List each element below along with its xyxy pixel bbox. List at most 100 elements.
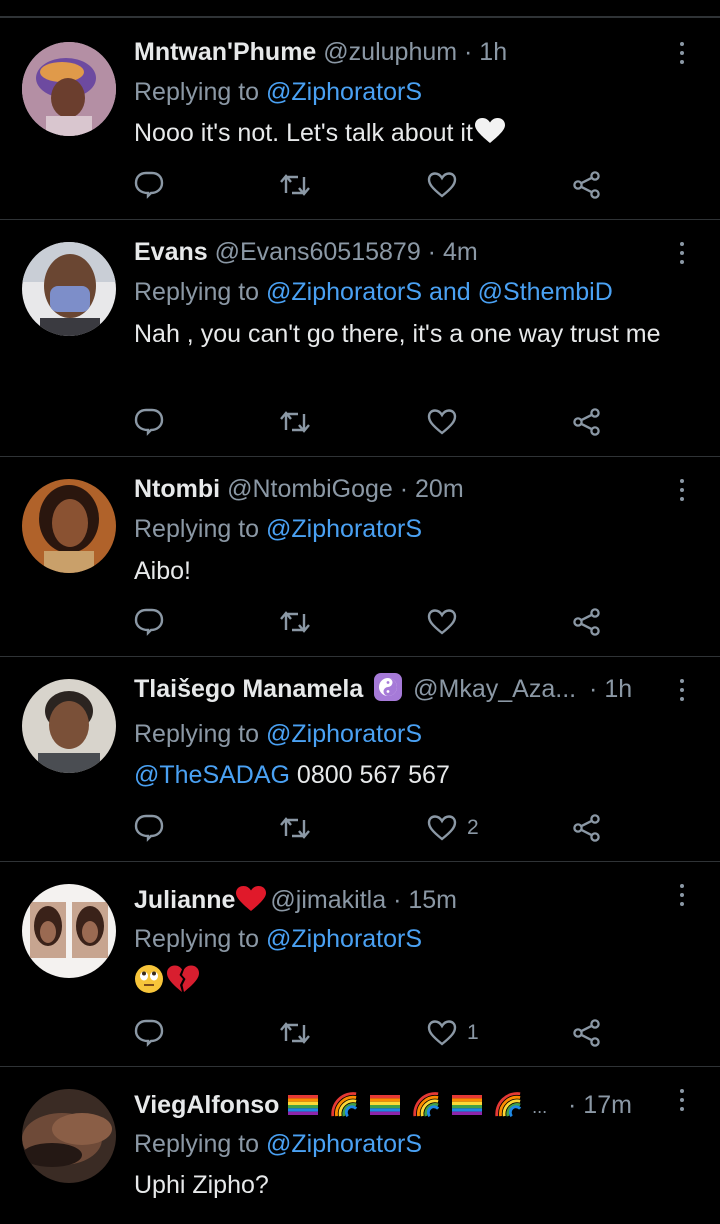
tweet-header: Tlaišego Manamela @Mkay_Aza... · 1h xyxy=(134,672,660,706)
timestamp[interactable]: · 17m xyxy=(568,1091,632,1119)
user-handle[interactable]: @NtombiGoge xyxy=(227,475,393,503)
tweet-body-text: 0800 567 567 xyxy=(289,761,450,789)
replying-to: Replying to @ZiphoratorS xyxy=(134,75,700,109)
white-heart-emoji-icon xyxy=(474,118,505,143)
tweet-header: Evans @Evans60515879 · 4m xyxy=(134,235,664,269)
tweet-text: Uphi Zipho? xyxy=(134,1171,269,1199)
heart-icon xyxy=(427,815,457,841)
tweet-header: Ntombi @NtombiGoge · 20m xyxy=(134,472,664,506)
avatar[interactable] xyxy=(22,1089,116,1183)
heart-icon xyxy=(427,409,457,435)
user-handle[interactable]: @zuluphum xyxy=(323,38,457,66)
yin-yang-emoji-icon xyxy=(374,673,403,701)
more-options-icon[interactable] xyxy=(672,879,692,913)
heart-icon xyxy=(427,609,457,635)
share-icon xyxy=(573,814,600,842)
more-options-icon[interactable] xyxy=(672,474,692,508)
replying-to-label: Replying to xyxy=(134,515,260,543)
user-handle[interactable]: @jimakitla xyxy=(270,886,386,914)
comment-icon xyxy=(134,814,164,842)
tweet-actions: 1 xyxy=(134,1013,604,1053)
rainbow-emoji-icon xyxy=(413,1092,440,1118)
avatar-image xyxy=(22,1089,116,1183)
retweet-icon xyxy=(280,611,310,633)
tweet-actions: 2 xyxy=(134,808,604,848)
reply-mention-link[interactable]: @ZiphoratorS xyxy=(266,78,422,106)
tweet-card[interactable]: Julianne @jimakitla · 15m Replying to @Zi… xyxy=(0,862,720,1067)
more-options-icon[interactable] xyxy=(672,237,692,271)
tweet-text xyxy=(134,962,702,999)
display-name[interactable]: ViegAlfonso xyxy=(134,1091,279,1119)
avatar-image xyxy=(22,679,116,773)
body-mention-link[interactable]: @TheSADAG xyxy=(134,761,290,789)
display-name[interactable]: Tlaišego Manamela xyxy=(134,675,363,703)
heart-icon xyxy=(427,172,457,198)
avatar[interactable] xyxy=(22,679,116,773)
tweet-text: Nah , you can't go there, it's a one way… xyxy=(134,320,661,348)
replying-to-label: Replying to xyxy=(134,78,260,106)
comment-icon xyxy=(134,608,164,636)
timestamp[interactable]: · 1h xyxy=(589,675,632,703)
retweet-icon xyxy=(280,1022,310,1044)
tweet-card[interactable]: Mntwan'Phume @zuluphum · 1h Replying to … xyxy=(0,20,720,220)
like-count: 2 xyxy=(467,816,479,839)
display-name[interactable]: Mntwan'Phume xyxy=(134,38,316,66)
more-options-icon[interactable] xyxy=(672,674,692,708)
user-handle[interactable]: @Evans60515879 xyxy=(215,238,421,266)
tweet-actions xyxy=(134,165,604,205)
replying-to: Replying to @ZiphoratorS xyxy=(134,717,700,751)
tweet-card[interactable]: ViegAlfonso ... · 17m Replying to @Zipho… xyxy=(0,1067,720,1224)
tweet-header: ViegAlfonso ... · 17m xyxy=(134,1088,660,1122)
display-name[interactable]: Evans xyxy=(134,238,208,266)
tweet-text: Aibo! xyxy=(134,557,191,585)
display-name[interactable]: Ntombi xyxy=(134,475,220,503)
tweet-text: @TheSADAG 0800 567 567 xyxy=(134,757,702,794)
avatar-image xyxy=(22,884,116,978)
avatar[interactable] xyxy=(22,242,116,336)
comment-icon xyxy=(134,408,164,436)
tweet-card[interactable]: Evans @Evans60515879 · 4m Replying to @Z… xyxy=(0,220,720,457)
tweet-actions xyxy=(134,402,604,442)
tweet-card[interactable]: Ntombi @NtombiGoge · 20m Replying to @Zi… xyxy=(0,457,720,657)
timestamp[interactable]: · 15m xyxy=(393,886,457,914)
replying-to: Replying to @ZiphoratorS xyxy=(134,512,700,546)
replying-to-label: Replying to xyxy=(134,720,260,748)
comment-icon xyxy=(134,171,164,199)
timestamp[interactable]: · 20m xyxy=(400,475,464,503)
reply-mention-link[interactable]: @ZiphoratorS xyxy=(266,1130,422,1158)
rainbow-flag-emoji-icon xyxy=(288,1095,319,1115)
tweet-text: Nooo it's not. Let's talk about it xyxy=(134,115,702,152)
user-handle[interactable]: ... xyxy=(532,1097,547,1117)
reply-mention-link[interactable]: @ZiphoratorS xyxy=(266,925,422,953)
display-name[interactable]: Julianne xyxy=(134,886,235,914)
retweet-icon xyxy=(280,817,310,839)
avatar-image xyxy=(22,242,116,336)
timestamp[interactable]: · 4m xyxy=(428,238,478,266)
share-icon xyxy=(573,171,600,199)
more-options-icon[interactable] xyxy=(672,1084,692,1118)
like-count: 1 xyxy=(467,1021,479,1044)
reply-mention-link[interactable]: @ZiphoratorS xyxy=(266,515,422,543)
replying-to-label: Replying to xyxy=(134,1130,260,1158)
avatar[interactable] xyxy=(22,884,116,978)
rainbow-flag-emoji-icon xyxy=(370,1095,401,1115)
timestamp[interactable]: · 1h xyxy=(464,38,507,66)
tweet-body-text: Nooo it's not. Let's talk about it xyxy=(134,119,473,147)
share-icon xyxy=(573,608,600,636)
user-handle[interactable]: @Mkay_Aza... xyxy=(413,675,576,703)
more-options-icon[interactable] xyxy=(672,37,692,71)
avatar[interactable] xyxy=(22,42,116,136)
reply-mention-link[interactable]: @ZiphoratorS xyxy=(266,720,422,748)
reply-mention-link[interactable]: @SthembiD xyxy=(478,278,613,306)
rainbow-emoji-icon xyxy=(331,1092,358,1118)
retweet-icon xyxy=(280,174,310,196)
replying-to: Replying to @ZiphoratorS xyxy=(134,1127,700,1161)
share-icon xyxy=(573,408,600,436)
replying-to-label: Replying to xyxy=(134,925,260,953)
reply-joiner: and xyxy=(422,278,478,306)
rolling-eyes-emoji-icon xyxy=(135,965,163,993)
reply-mention-link[interactable]: @ZiphoratorS xyxy=(266,278,422,306)
tweet-card[interactable]: Tlaišego Manamela @Mkay_Aza... · 1h Repl… xyxy=(0,657,720,862)
tweet-header: Mntwan'Phume @zuluphum · 1h xyxy=(134,35,664,69)
avatar[interactable] xyxy=(22,479,116,573)
